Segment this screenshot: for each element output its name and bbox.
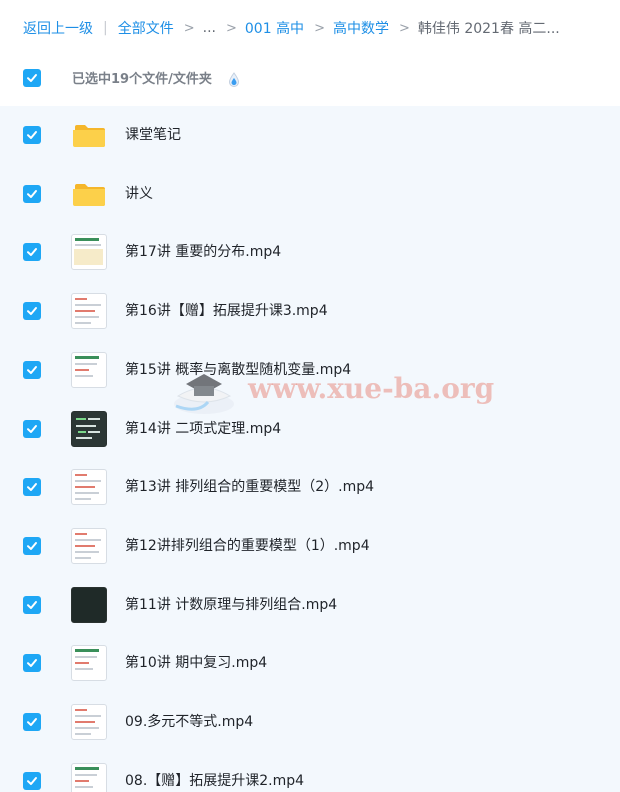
- chevron-right-icon: >: [183, 20, 195, 36]
- check-icon: [27, 189, 37, 198]
- check-icon: [27, 600, 37, 609]
- folder-icon: [71, 176, 107, 212]
- check-icon: [27, 248, 37, 257]
- select-all-checkbox[interactable]: [23, 69, 41, 87]
- file-row[interactable]: 08.【赠】拓展提升课2.mp4: [0, 752, 620, 792]
- folder-icon: [71, 117, 107, 153]
- row-checkbox[interactable]: [23, 126, 41, 144]
- row-checkbox[interactable]: [23, 713, 41, 731]
- row-checkbox[interactable]: [23, 536, 41, 555]
- video-thumbnail: [71, 586, 107, 623]
- row-checkbox[interactable]: [23, 478, 41, 497]
- file-name[interactable]: 第12讲排列组合的重要模型（1）.mp4: [125, 517, 370, 576]
- file-name[interactable]: 课堂笔记: [125, 106, 181, 165]
- file-row[interactable]: 第10讲 期中复习.mp4: [0, 634, 620, 693]
- video-thumbnail: [71, 704, 107, 740]
- file-name[interactable]: 第14讲 二项式定理.mp4: [125, 400, 281, 459]
- all-files-link[interactable]: 全部文件: [118, 18, 174, 38]
- file-name[interactable]: 第16讲【赠】拓展提升课3.mp4: [125, 282, 328, 341]
- folder-row[interactable]: 课堂笔记: [0, 106, 620, 165]
- check-icon: [27, 776, 37, 785]
- check-icon: [27, 483, 37, 492]
- file-row[interactable]: 第13讲 排列组合的重要模型（2）.mp4: [0, 458, 620, 517]
- check-icon: [27, 131, 37, 139]
- file-row[interactable]: 第17讲 重要的分布.mp4: [0, 223, 620, 282]
- check-icon: [27, 424, 37, 433]
- row-checkbox[interactable]: [23, 243, 41, 262]
- video-thumbnail: [71, 293, 107, 330]
- check-icon: [27, 74, 37, 82]
- chevron-right-icon: >: [225, 20, 237, 36]
- video-thumbnail: [71, 762, 107, 792]
- row-checkbox[interactable]: [23, 595, 41, 614]
- file-row[interactable]: 09.多元不等式.mp4: [0, 693, 620, 752]
- file-name[interactable]: 第11讲 计数原理与排列组合.mp4: [125, 576, 337, 635]
- file-name[interactable]: 09.多元不等式.mp4: [125, 693, 253, 752]
- row-checkbox[interactable]: [23, 360, 41, 379]
- file-row[interactable]: 第15讲 概率与离散型随机变量.mp4: [0, 341, 620, 400]
- check-icon: [27, 365, 37, 374]
- file-name[interactable]: 第17讲 重要的分布.mp4: [125, 223, 281, 282]
- clear-selection-icon[interactable]: [228, 72, 240, 88]
- file-name[interactable]: 第10讲 期中复习.mp4: [125, 634, 267, 693]
- row-checkbox[interactable]: [23, 419, 41, 438]
- row-checkbox[interactable]: [23, 302, 41, 321]
- file-row[interactable]: 第12讲排列组合的重要模型（1）.mp4: [0, 517, 620, 576]
- check-icon: [27, 307, 37, 316]
- chevron-right-icon: >: [314, 20, 325, 36]
- ellipsis-link[interactable]: ...: [203, 20, 216, 36]
- file-name[interactable]: 第13讲 排列组合的重要模型（2）.mp4: [125, 458, 374, 517]
- video-thumbnail: [71, 351, 107, 388]
- file-row[interactable]: 第14讲 二项式定理.mp4: [0, 400, 620, 459]
- back-link[interactable]: 返回上一级: [23, 18, 93, 38]
- video-thumbnail: [71, 469, 107, 506]
- row-checkbox[interactable]: [23, 184, 41, 203]
- breadcrumb: 返回上一级 | 全部文件 > ... > 001 高中 > 高中数学 > 韩佳伟…: [0, 0, 620, 56]
- selection-bar: 已选中19个文件/文件夹: [0, 56, 620, 104]
- video-thumbnail: [71, 410, 107, 447]
- row-checkbox[interactable]: [23, 771, 41, 790]
- folder-row[interactable]: 讲义: [0, 165, 620, 224]
- chevron-right-icon: >: [398, 20, 410, 36]
- breadcrumb-level1-link[interactable]: 001 高中: [245, 18, 304, 38]
- video-thumbnail: [71, 527, 107, 564]
- breadcrumb-level2-link[interactable]: 高中数学: [333, 18, 389, 38]
- video-thumbnail: [71, 234, 107, 271]
- check-icon: [27, 659, 37, 668]
- file-name[interactable]: 08.【赠】拓展提升课2.mp4: [125, 752, 304, 792]
- check-icon: [27, 718, 37, 726]
- separator-bar: |: [103, 20, 108, 36]
- video-thumbnail: [71, 645, 107, 682]
- selection-count-text: 已选中19个文件/文件夹: [72, 72, 212, 87]
- file-name[interactable]: 讲义: [125, 165, 153, 224]
- row-checkbox[interactable]: [23, 654, 41, 673]
- file-row[interactable]: 第16讲【赠】拓展提升课3.mp4: [0, 282, 620, 341]
- check-icon: [27, 541, 37, 550]
- file-row[interactable]: 第11讲 计数原理与排列组合.mp4: [0, 576, 620, 635]
- file-name[interactable]: 第15讲 概率与离散型随机变量.mp4: [125, 341, 351, 400]
- breadcrumb-current: 韩佳伟 2021春 高二...: [417, 21, 560, 37]
- file-list: 课堂笔记 讲义 第17讲 重要的分布.mp4 第16讲【赠】拓展提升课3.mp4 第15…: [0, 106, 620, 792]
